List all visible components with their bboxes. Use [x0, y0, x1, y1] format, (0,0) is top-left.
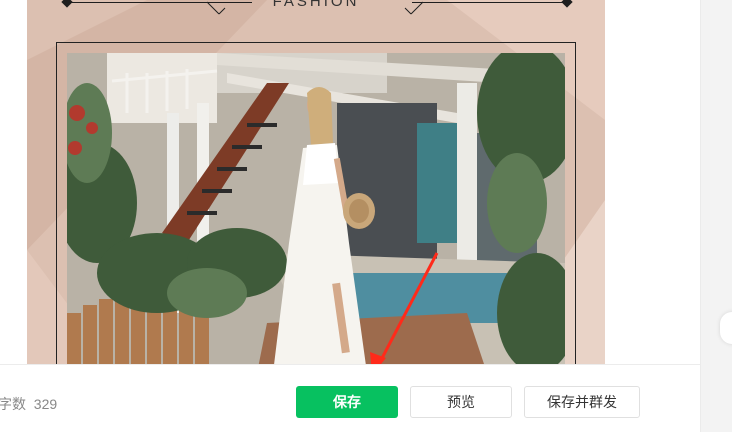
side-scroll-handle[interactable] [720, 312, 732, 344]
word-count-value: 329 [33, 396, 58, 412]
photo-illustration [67, 53, 565, 373]
right-side-panel [700, 0, 732, 432]
word-count: 字数 329 [0, 394, 57, 414]
save-and-publish-button[interactable]: 保存并群发 [524, 386, 640, 418]
save-button[interactable]: 保存 [296, 386, 398, 418]
preview-button[interactable]: 预览 [410, 386, 512, 418]
bottom-toolbar: 字数 329 保存 预览 保存并群发 [0, 364, 700, 433]
article-photo[interactable] [67, 53, 565, 373]
word-count-label: 字数 [0, 396, 26, 412]
brand-title: FASHION [272, 0, 360, 10]
